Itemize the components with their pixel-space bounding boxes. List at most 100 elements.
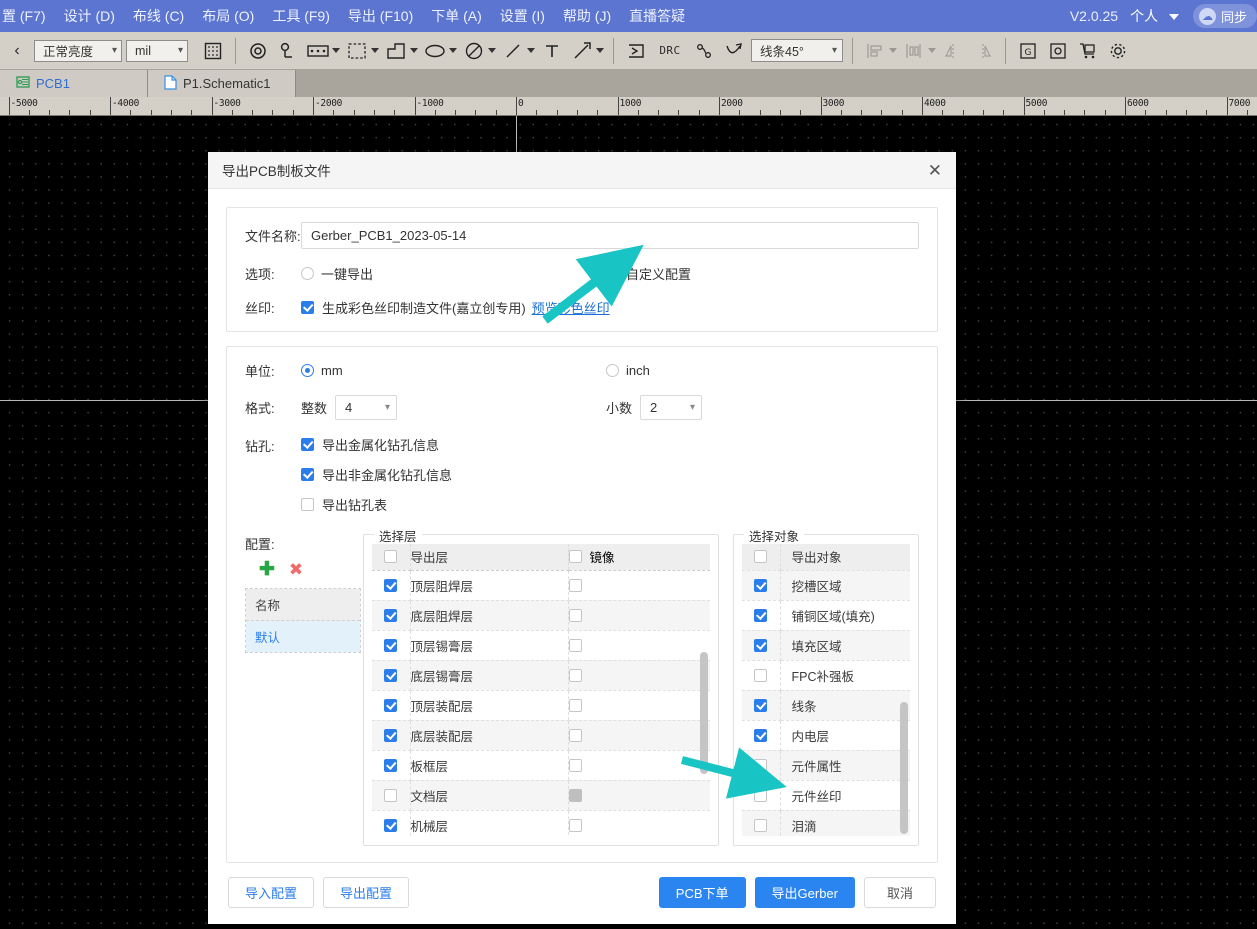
preview-color-silkscreen-link[interactable]: 预览彩色丝印 [532, 298, 610, 317]
layer-export-checkbox[interactable] [372, 780, 411, 811]
object-row[interactable]: 元件属性 [742, 750, 910, 781]
pcb-order-button[interactable]: PCB下单 [658, 876, 746, 908]
config-row-default[interactable]: 默认 [246, 621, 360, 652]
object-checkbox[interactable] [742, 690, 781, 721]
angle-select[interactable]: 线条45° ▾ [751, 39, 843, 62]
chevron-down-icon[interactable] [889, 48, 897, 53]
object-scrollbar-thumb[interactable] [900, 702, 908, 834]
menu-item-design[interactable]: 设计 (D) [55, 0, 124, 32]
integer-digits-select[interactable]: 4 ▾ [335, 395, 398, 420]
menu-item-live-qa[interactable]: 直播答疑 [620, 0, 694, 32]
layer-export-checkbox[interactable] [372, 660, 411, 691]
layer-export-checkbox[interactable] [372, 570, 411, 601]
chevron-down-icon[interactable] [596, 48, 604, 53]
layer-header-mirror[interactable]: 镜像 [567, 544, 710, 571]
gerber-folder-icon[interactable]: G [1015, 38, 1041, 64]
ellipse-group[interactable] [422, 38, 457, 64]
color-silkscreen-checkbox[interactable]: 生成彩色丝印制造文件(嘉立创专用) [301, 298, 526, 317]
object-checkbox[interactable] [742, 720, 781, 751]
menu-item-help[interactable]: 帮助 (J) [554, 0, 620, 32]
menu-item-route[interactable]: 布线 (C) [124, 0, 193, 32]
line-icon[interactable] [500, 38, 526, 64]
layer-row[interactable]: 底层锡膏层 [372, 660, 710, 691]
layer-row[interactable]: 文档层 [372, 780, 710, 811]
object-checkbox[interactable] [742, 780, 781, 811]
menu-item-0[interactable]: 置 (F7) [0, 0, 55, 32]
layer-export-checkbox[interactable] [372, 690, 411, 721]
layer-mirror-checkbox[interactable] [567, 630, 710, 661]
sync-button[interactable]: ☁ 同步 [1192, 4, 1257, 28]
tab-pcb1[interactable]: PCB1 [0, 70, 148, 97]
cart-icon[interactable] [1075, 38, 1101, 64]
object-scrollbar-track[interactable] [900, 544, 909, 836]
object-checkbox[interactable] [742, 630, 781, 661]
preview-folder-icon[interactable] [1045, 38, 1071, 64]
layer-export-checkbox[interactable] [372, 810, 411, 836]
radio-custom-config[interactable]: 自定义配置 [606, 264, 691, 283]
layer-mirror-checkbox[interactable] [567, 660, 710, 691]
drill-nonplated-checkbox[interactable]: 导出非金属化钻孔信息 [301, 465, 452, 484]
object-checkbox[interactable] [742, 810, 781, 836]
horizontal-ruler[interactable]: -5000 -4000 -3000 -2000 -1000 0 1000 2000 3000 40… [0, 97, 1257, 116]
via-icon[interactable] [245, 38, 271, 64]
route-icon[interactable] [691, 38, 717, 64]
object-row[interactable]: 泪滴 [742, 810, 910, 836]
place-icon[interactable] [623, 38, 649, 64]
menu-item-order[interactable]: 下单 (A) [422, 0, 491, 32]
close-icon[interactable]: ✕ [928, 162, 942, 179]
export-gerber-button[interactable]: 导出Gerber [754, 876, 855, 908]
unit-select[interactable]: mil ▾ [126, 39, 188, 62]
layer-mirror-checkbox[interactable] [567, 720, 710, 751]
chevron-down-icon[interactable] [371, 48, 379, 53]
dimension-group[interactable] [569, 38, 604, 64]
drill-plated-checkbox[interactable]: 导出金属化钻孔信息 [301, 435, 452, 454]
layer-row[interactable]: 机械层 [372, 810, 710, 836]
cancel-button[interactable]: 取消 [864, 876, 936, 908]
object-checkbox[interactable] [742, 750, 781, 781]
distribute-group[interactable] [901, 38, 936, 64]
export-config-button[interactable]: 导出配置 [323, 876, 410, 908]
align-group[interactable] [862, 38, 897, 64]
flip-h-icon[interactable] [940, 38, 966, 64]
menu-item-export[interactable]: 导出 (F10) [339, 0, 422, 32]
drill-table-checkbox[interactable]: 导出钻孔表 [301, 495, 452, 514]
layer-header-export-checkbox[interactable] [372, 544, 411, 571]
layer-row[interactable]: 板框层 [372, 750, 710, 781]
layer-scrollbar-track[interactable] [700, 544, 709, 836]
flip-v-icon[interactable] [970, 38, 996, 64]
line-group[interactable] [500, 38, 535, 64]
object-row[interactable]: 线条 [742, 690, 910, 721]
chevron-down-icon[interactable] [488, 48, 496, 53]
object-row[interactable]: 内电层 [742, 720, 910, 751]
layer-mirror-checkbox[interactable] [567, 750, 710, 781]
layer-row[interactable]: 顶层装配层 [372, 690, 710, 721]
delete-x-icon[interactable]: ✖ [289, 561, 303, 578]
object-checkbox[interactable] [742, 660, 781, 691]
drc-icon[interactable]: DRC [653, 38, 687, 64]
layer-export-checkbox[interactable] [372, 720, 411, 751]
distribute-icon[interactable] [901, 38, 927, 64]
layer-scrollbar-thumb[interactable] [700, 652, 708, 774]
layer-mirror-checkbox[interactable] [567, 780, 710, 811]
object-checkbox[interactable] [742, 600, 781, 631]
radio-unit-inch[interactable]: inch [606, 363, 650, 378]
layer-mirror-checkbox[interactable] [567, 570, 710, 601]
dashed-area-group[interactable] [344, 38, 379, 64]
layer-row[interactable]: 顶层阻焊层 [372, 570, 710, 601]
ellipse-icon[interactable] [422, 38, 448, 64]
polygon-group[interactable] [383, 38, 418, 64]
chevron-down-icon[interactable] [527, 48, 535, 53]
decimal-digits-select[interactable]: 2 ▾ [640, 395, 703, 420]
rect-area-group[interactable] [305, 38, 340, 64]
dimension-icon[interactable] [569, 38, 595, 64]
object-row[interactable]: 填充区域 [742, 630, 910, 661]
object-row[interactable]: 挖槽区域 [742, 570, 910, 601]
fanout-icon[interactable] [721, 38, 747, 64]
layer-row[interactable]: 底层阻焊层 [372, 600, 710, 631]
rect-area-icon[interactable] [305, 38, 331, 64]
chevron-down-icon[interactable] [410, 48, 418, 53]
menu-item-settings[interactable]: 设置 (I) [491, 0, 554, 32]
account-menu[interactable]: 个人 [1128, 6, 1181, 26]
text-icon[interactable] [539, 38, 565, 64]
plus-icon[interactable]: ✚ [259, 560, 275, 579]
